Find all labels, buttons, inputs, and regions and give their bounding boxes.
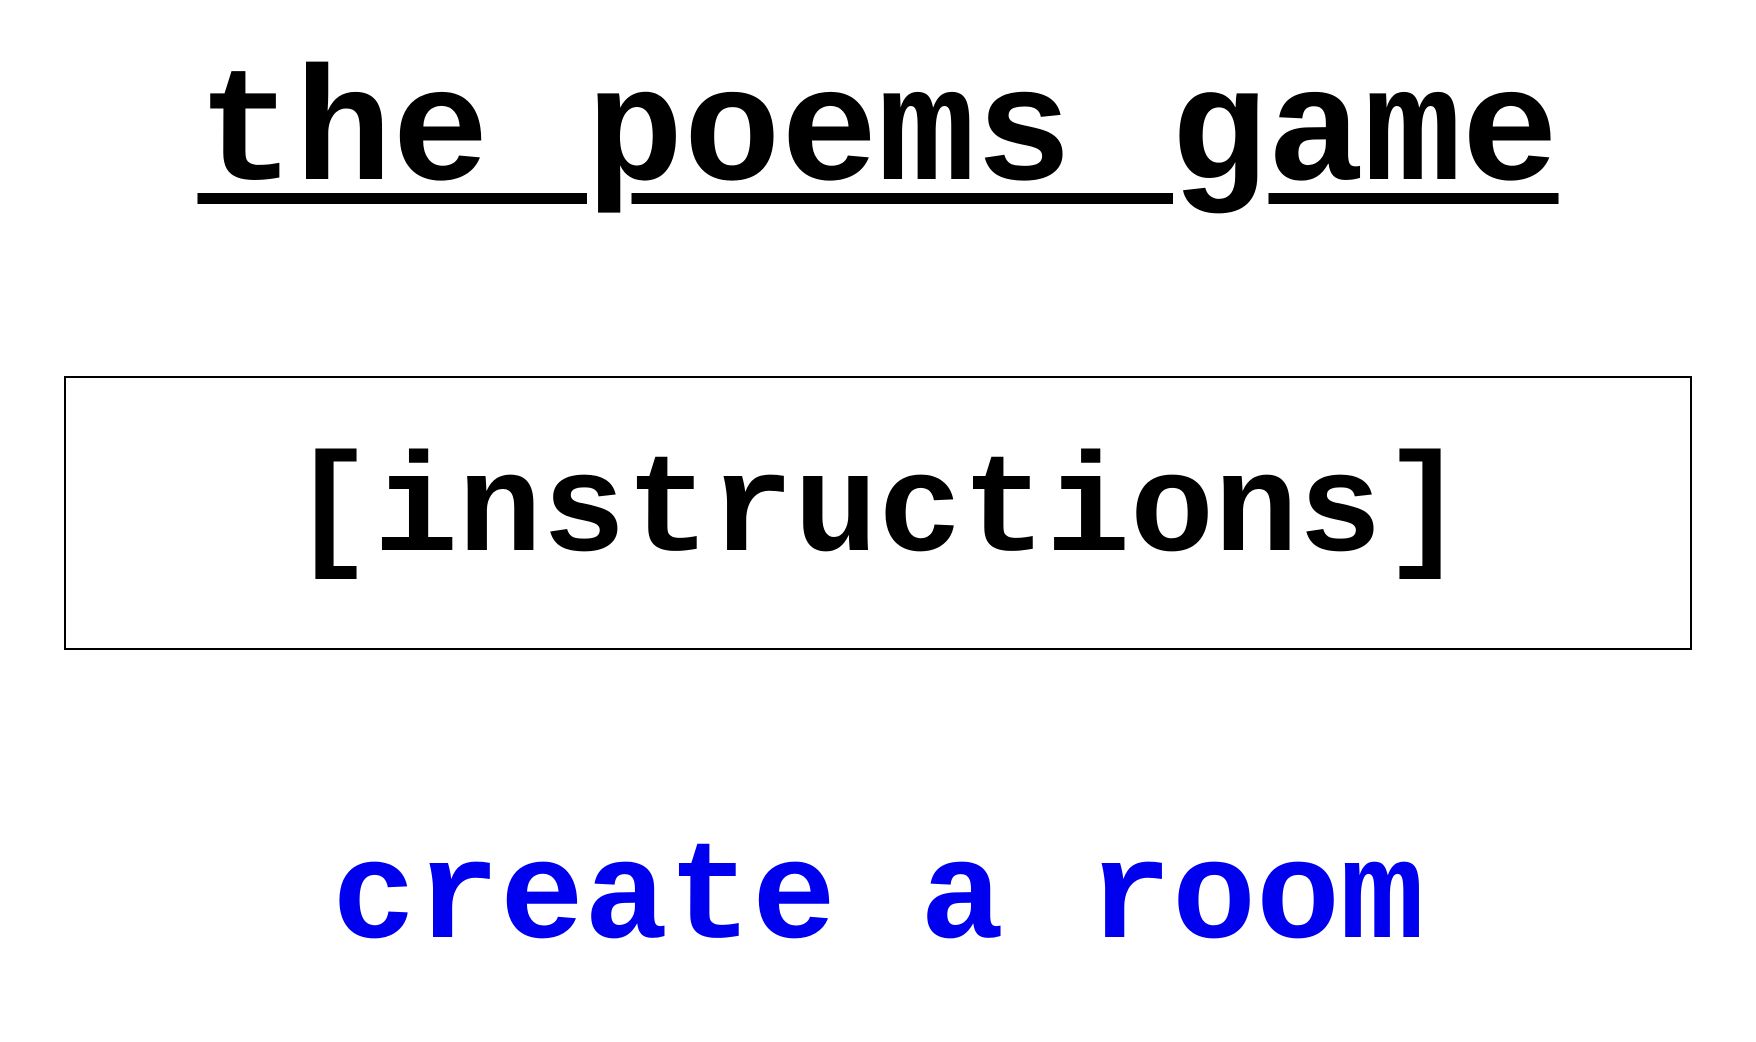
page-title: the poems game — [197, 44, 1559, 228]
create-room-container: create a room — [0, 826, 1756, 976]
instructions-button[interactable]: [instructions] — [290, 439, 1466, 589]
create-room-link[interactable]: create a room — [332, 821, 1424, 980]
instructions-box: [instructions] — [64, 376, 1692, 650]
